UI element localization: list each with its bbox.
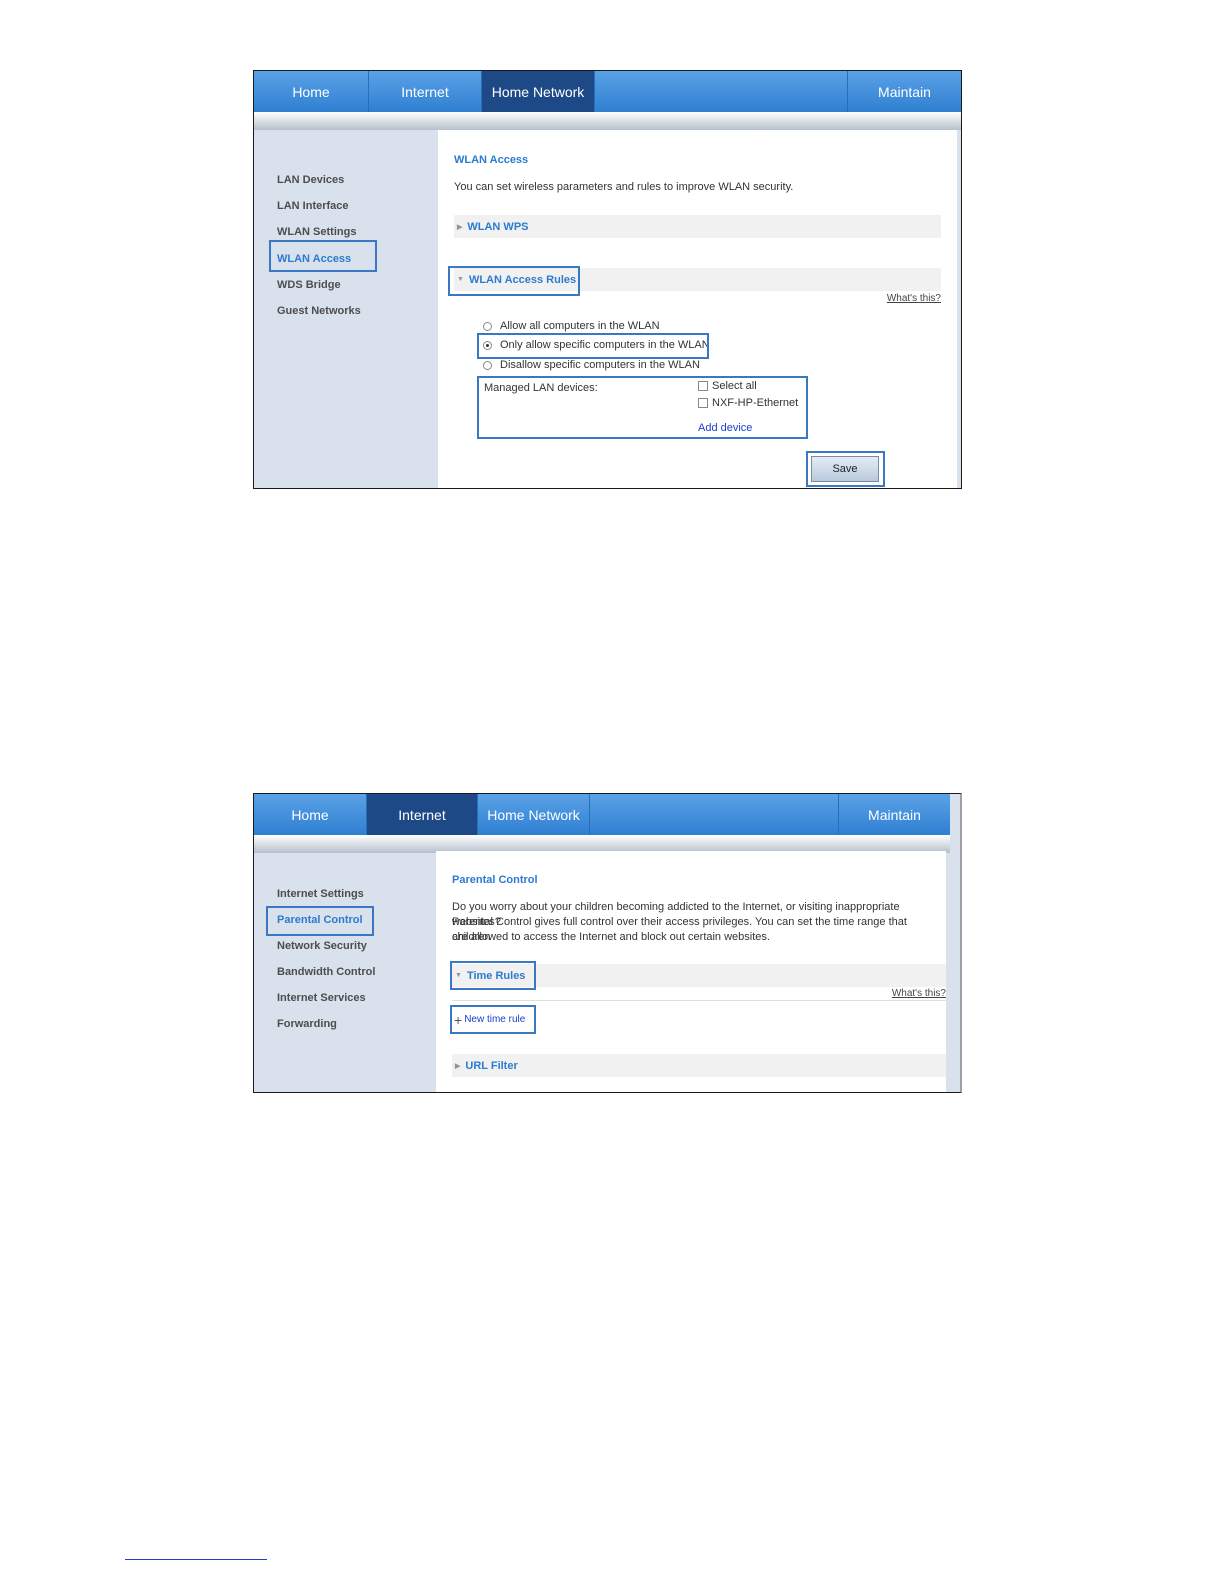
highlight-only-allow <box>477 333 709 359</box>
nav-tab-home-network[interactable]: Home Network <box>478 794 590 835</box>
whats-this-link[interactable]: What's this? <box>892 988 946 999</box>
nav-tab-home[interactable]: Home <box>254 71 369 112</box>
checkbox[interactable] <box>698 398 708 408</box>
sidebar-item-wlan-settings[interactable]: WLAN Settings <box>277 226 356 238</box>
radio-allow-all[interactable]: Allow all computers in the WLAN <box>483 320 660 332</box>
nav-tab-home[interactable]: Home <box>254 794 367 835</box>
url-filter-label: URL Filter <box>465 1059 518 1072</box>
nav-tab-home-network[interactable]: Home Network <box>482 71 595 112</box>
nav-shadow <box>254 112 961 130</box>
radio-disallow[interactable]: Disallow specific computers in the WLAN <box>483 359 700 371</box>
device-name: NXF-HP-Ethernet <box>712 397 799 409</box>
radio-button[interactable] <box>483 360 492 370</box>
content-panel: Parental Control Do you worry about your… <box>436 851 946 1092</box>
sidebar-item-network-security[interactable]: Network Security <box>277 940 367 952</box>
wlan-wps-header[interactable]: ▶ WLAN WPS <box>457 215 529 238</box>
checkbox[interactable] <box>698 381 708 391</box>
chevron-right-icon: ▶ <box>457 223 463 231</box>
parental-control-screenshot: Home Internet Home Network Maintain Inte… <box>253 793 962 1093</box>
select-all-label: Select all <box>712 380 757 392</box>
page-title: Parental Control <box>452 874 538 886</box>
nav-tab-maintain[interactable]: Maintain <box>848 71 961 112</box>
nav-tab-internet[interactable]: Internet <box>367 794 478 835</box>
highlight-parental-control <box>266 906 374 936</box>
chevron-right-icon: ▶ <box>455 1062 461 1070</box>
section-wlan-wps[interactable]: ▶ WLAN WPS <box>454 215 941 238</box>
sidebar-item-internet-settings[interactable]: Internet Settings <box>277 888 364 900</box>
top-nav: Home Internet Home Network Maintain <box>254 71 961 112</box>
sidebar-item-lan-devices[interactable]: LAN Devices <box>277 174 344 186</box>
content-panel: WLAN Access You can set wireless paramet… <box>438 130 957 488</box>
sidebar-item-guest-networks[interactable]: Guest Networks <box>277 305 361 317</box>
section-url-filter[interactable]: ▶ URL Filter <box>452 1054 946 1077</box>
managed-devices-label: Managed LAN devices: <box>484 382 598 394</box>
nav-spacer <box>595 71 848 112</box>
save-button[interactable]: Save <box>811 456 879 482</box>
sidebar-item-internet-services[interactable]: Internet Services <box>277 992 366 1004</box>
sidebar-item-lan-interface[interactable]: LAN Interface <box>277 200 349 212</box>
sidebar: LAN Devices LAN Interface WLAN Settings … <box>254 130 438 488</box>
whats-this-link[interactable]: What's this? <box>887 293 941 304</box>
sidebar-item-forwarding[interactable]: Forwarding <box>277 1018 337 1030</box>
url-filter-header[interactable]: ▶ URL Filter <box>455 1054 518 1077</box>
select-all-checkbox[interactable]: Select all <box>698 380 757 392</box>
highlight-time-rules <box>450 961 536 990</box>
new-time-rule-label: New time rule <box>464 1014 526 1025</box>
wlan-wps-label: WLAN WPS <box>467 220 529 233</box>
highlight-wlan-access <box>269 240 377 272</box>
page-description: You can set wireless parameters and rule… <box>454 181 794 193</box>
highlight-access-rules <box>448 266 580 296</box>
radio-button[interactable] <box>483 321 492 331</box>
top-nav: Home Internet Home Network Maintain <box>254 794 950 835</box>
nav-tab-internet[interactable]: Internet <box>369 71 482 112</box>
page-title: WLAN Access <box>454 154 529 166</box>
wlan-access-screenshot: Home Internet Home Network Maintain LAN … <box>253 70 962 489</box>
radio-disallow-label: Disallow specific computers in the WLAN <box>500 359 700 371</box>
desc-line-3: are allowed to access the Internet and b… <box>452 931 770 943</box>
nav-tab-maintain[interactable]: Maintain <box>839 794 950 835</box>
sidebar: Internet Settings Parental Control Netwo… <box>254 853 436 1092</box>
device-checkbox[interactable]: NXF-HP-Ethernet <box>698 397 798 409</box>
footnote-rule <box>125 1559 267 1560</box>
add-device-link[interactable]: Add device <box>698 422 752 434</box>
new-time-rule-link[interactable]: + New time rule <box>454 1011 526 1028</box>
plus-icon: + <box>454 1011 463 1028</box>
radio-allow-all-label: Allow all computers in the WLAN <box>500 320 660 332</box>
nav-spacer <box>590 794 839 835</box>
sidebar-item-bandwidth-control[interactable]: Bandwidth Control <box>277 966 375 978</box>
sidebar-item-wds-bridge[interactable]: WDS Bridge <box>277 279 341 291</box>
divider <box>452 1000 946 1001</box>
